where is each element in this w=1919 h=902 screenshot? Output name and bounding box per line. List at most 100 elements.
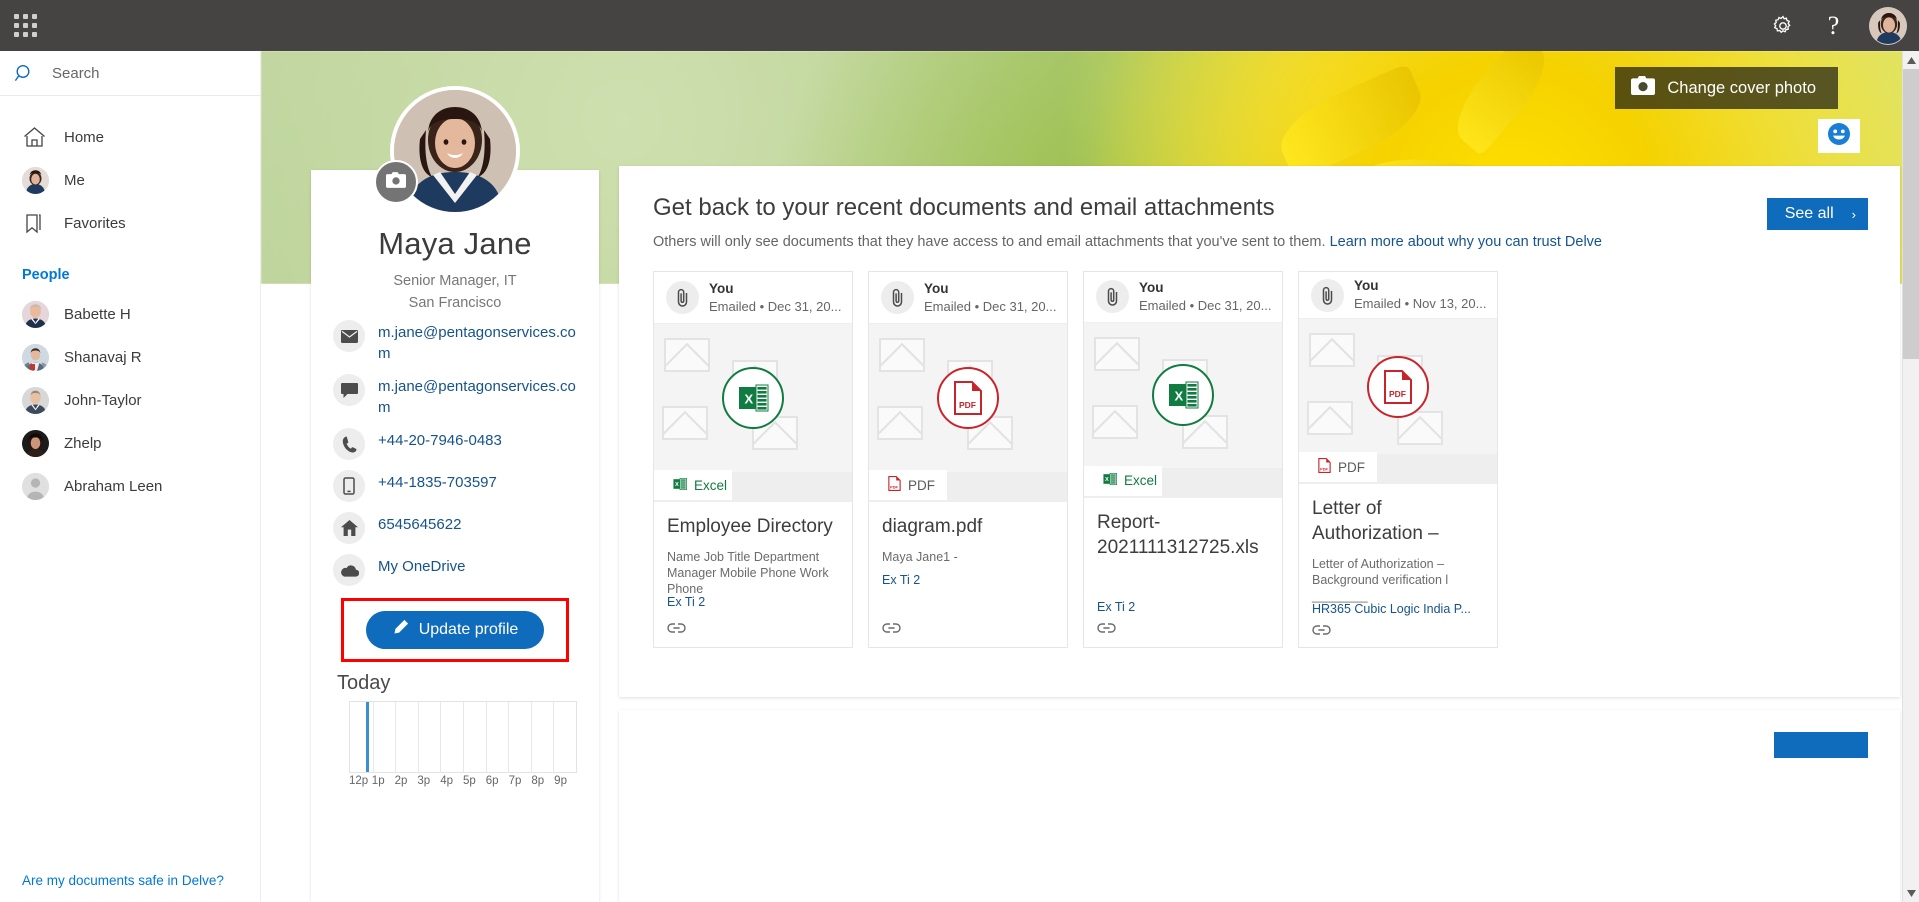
scroll-down-arrow[interactable]	[1903, 884, 1919, 902]
contact-row-mobile[interactable]: +44-1835-703597	[333, 469, 583, 502]
card-link[interactable]: HR365 Cubic Logic India P...	[1299, 602, 1497, 616]
card-description: Letter of Authorization – Background ver…	[1312, 557, 1449, 604]
svg-text:PDF: PDF	[890, 484, 898, 489]
svg-text:X: X	[675, 482, 679, 488]
axis-tick: 3p	[417, 775, 431, 787]
link-icon[interactable]	[1312, 623, 1331, 641]
card-author: You	[709, 280, 734, 296]
contact-value[interactable]: +44-1835-703597	[378, 469, 497, 493]
phone-icon	[333, 428, 365, 460]
contact-value[interactable]: m.jane@pentagonservices.com	[378, 319, 583, 364]
card-link[interactable]: Ex Ti 2	[1084, 600, 1282, 614]
document-card[interactable]: You Emailed • Dec 31, 20... X	[1083, 271, 1283, 648]
envelope-icon	[333, 320, 365, 352]
contact-row-email[interactable]: m.jane@pentagonservices.com	[333, 319, 583, 364]
list-item[interactable]: Babette H	[0, 293, 260, 336]
scrollbar-thumb[interactable]	[1903, 69, 1919, 359]
list-item[interactable]: Shanavaj R	[0, 336, 260, 379]
list-item[interactable]: Abraham Leen	[0, 465, 260, 508]
avatar	[22, 387, 64, 414]
sidebar-item-me[interactable]: Me	[0, 159, 260, 202]
contact-value[interactable]: +44-20-7946-0483	[378, 427, 502, 451]
card-timestamp: Emailed • Dec 31, 20...	[924, 298, 1057, 314]
cloud-icon	[333, 554, 365, 586]
document-card[interactable]: You Emailed • Dec 31, 20... PDF PDF PDF …	[868, 271, 1068, 648]
chat-icon	[333, 374, 365, 406]
search-bar[interactable]	[0, 51, 260, 96]
svg-text:X: X	[745, 392, 754, 407]
person-name: John-Taylor	[64, 392, 142, 409]
axis-tick: 12p	[349, 775, 369, 787]
sidebar-item-home[interactable]: Home	[0, 116, 260, 159]
card-link[interactable]: Ex Ti 2	[654, 595, 852, 609]
profile-location: San Francisco	[408, 295, 502, 311]
recent-documents-panel: Get back to your recent documents and em…	[619, 166, 1900, 697]
feedback-button[interactable]	[1818, 119, 1860, 153]
link-icon[interactable]	[1097, 621, 1116, 639]
app-launcher-button[interactable]	[0, 0, 51, 51]
change-cover-photo-button[interactable]: Change cover photo	[1615, 67, 1838, 109]
card-thumbnail: X	[654, 324, 852, 472]
change-cover-photo-label: Change cover photo	[1667, 78, 1816, 97]
card-header: You Emailed • Dec 31, 20...	[869, 272, 1067, 324]
secondary-panel-button[interactable]	[1774, 732, 1868, 758]
card-file-type: PDF PDF	[869, 470, 947, 500]
profile-title: Senior Manager, IT	[393, 273, 517, 289]
chevron-right-icon: ›	[1851, 206, 1856, 222]
card-author: You	[1354, 278, 1379, 294]
contact-value[interactable]: My OneDrive	[378, 553, 466, 577]
camera-icon	[1631, 76, 1667, 100]
axis-tick: 4p	[440, 775, 453, 787]
contact-value[interactable]: m.jane@pentagonservices.com	[378, 373, 583, 418]
user-avatar[interactable]	[1869, 6, 1907, 45]
list-item[interactable]: John-Taylor	[0, 379, 260, 422]
home-icon	[333, 512, 365, 544]
paperclip-icon	[1096, 280, 1129, 314]
page-scrollbar[interactable]	[1902, 51, 1919, 902]
card-file-type-label: Excel	[694, 477, 728, 493]
svg-text:PDF: PDF	[959, 400, 976, 410]
sidebar-item-label: Home	[64, 129, 105, 146]
axis-tick: 2p	[394, 775, 408, 787]
documents-safe-link[interactable]: Are my documents safe in Delve?	[22, 873, 224, 888]
question-mark-icon: ?	[1827, 10, 1840, 40]
learn-more-link[interactable]: Learn more about why you can trust Delve	[1330, 234, 1602, 250]
card-timestamp: Emailed • Dec 31, 20...	[709, 298, 842, 314]
settings-button[interactable]	[1757, 0, 1808, 51]
help-button[interactable]: ?	[1808, 0, 1859, 51]
card-link[interactable]: Ex Ti 2	[869, 573, 1067, 587]
scroll-up-arrow[interactable]	[1903, 51, 1919, 69]
pencil-icon	[392, 619, 419, 641]
smiley-icon	[1827, 122, 1851, 151]
home-icon	[22, 125, 64, 150]
card-description	[1084, 560, 1282, 570]
people-heading: People	[22, 267, 70, 283]
contact-value[interactable]: 6545645622	[378, 511, 461, 535]
contact-row-phone[interactable]: +44-20-7946-0483	[333, 427, 583, 460]
pdf-file-icon: PDF	[1367, 355, 1429, 418]
contact-row-onedrive[interactable]: My OneDrive	[333, 553, 583, 586]
search-input[interactable]	[44, 64, 234, 82]
list-item[interactable]: Zhelp	[0, 422, 260, 465]
change-profile-photo-button[interactable]	[374, 160, 418, 204]
pdf-file-icon: PDF	[937, 367, 999, 429]
panel-title: Get back to your recent documents and em…	[653, 194, 1275, 221]
see-all-button[interactable]: See all ›	[1766, 198, 1868, 230]
document-card[interactable]: You Emailed • Nov 13, 20... PDF PDF PDF …	[1298, 271, 1498, 648]
link-icon[interactable]	[882, 621, 901, 639]
sidebar-item-favorites[interactable]: Favorites	[0, 202, 260, 245]
card-thumbnail: X	[1084, 322, 1282, 468]
contact-row-home[interactable]: 6545645622	[333, 511, 583, 544]
avatar-icon	[22, 167, 64, 194]
document-card[interactable]: You Emailed • Dec 31, 20... X	[653, 271, 853, 648]
link-icon[interactable]	[667, 621, 686, 639]
card-title: Letter of Authorization –	[1312, 498, 1439, 545]
card-file-type-label: PDF	[908, 477, 935, 493]
panel-subtitle: Others will only see documents that they…	[619, 222, 1900, 253]
contact-row-chat[interactable]: m.jane@pentagonservices.com	[333, 373, 583, 418]
update-profile-highlight: Update profile	[341, 598, 569, 662]
update-profile-button[interactable]: Update profile	[365, 611, 545, 649]
card-file-type: X Excel	[1084, 465, 1162, 496]
avatar	[22, 430, 64, 457]
card-file-type: X Excel	[654, 470, 732, 500]
